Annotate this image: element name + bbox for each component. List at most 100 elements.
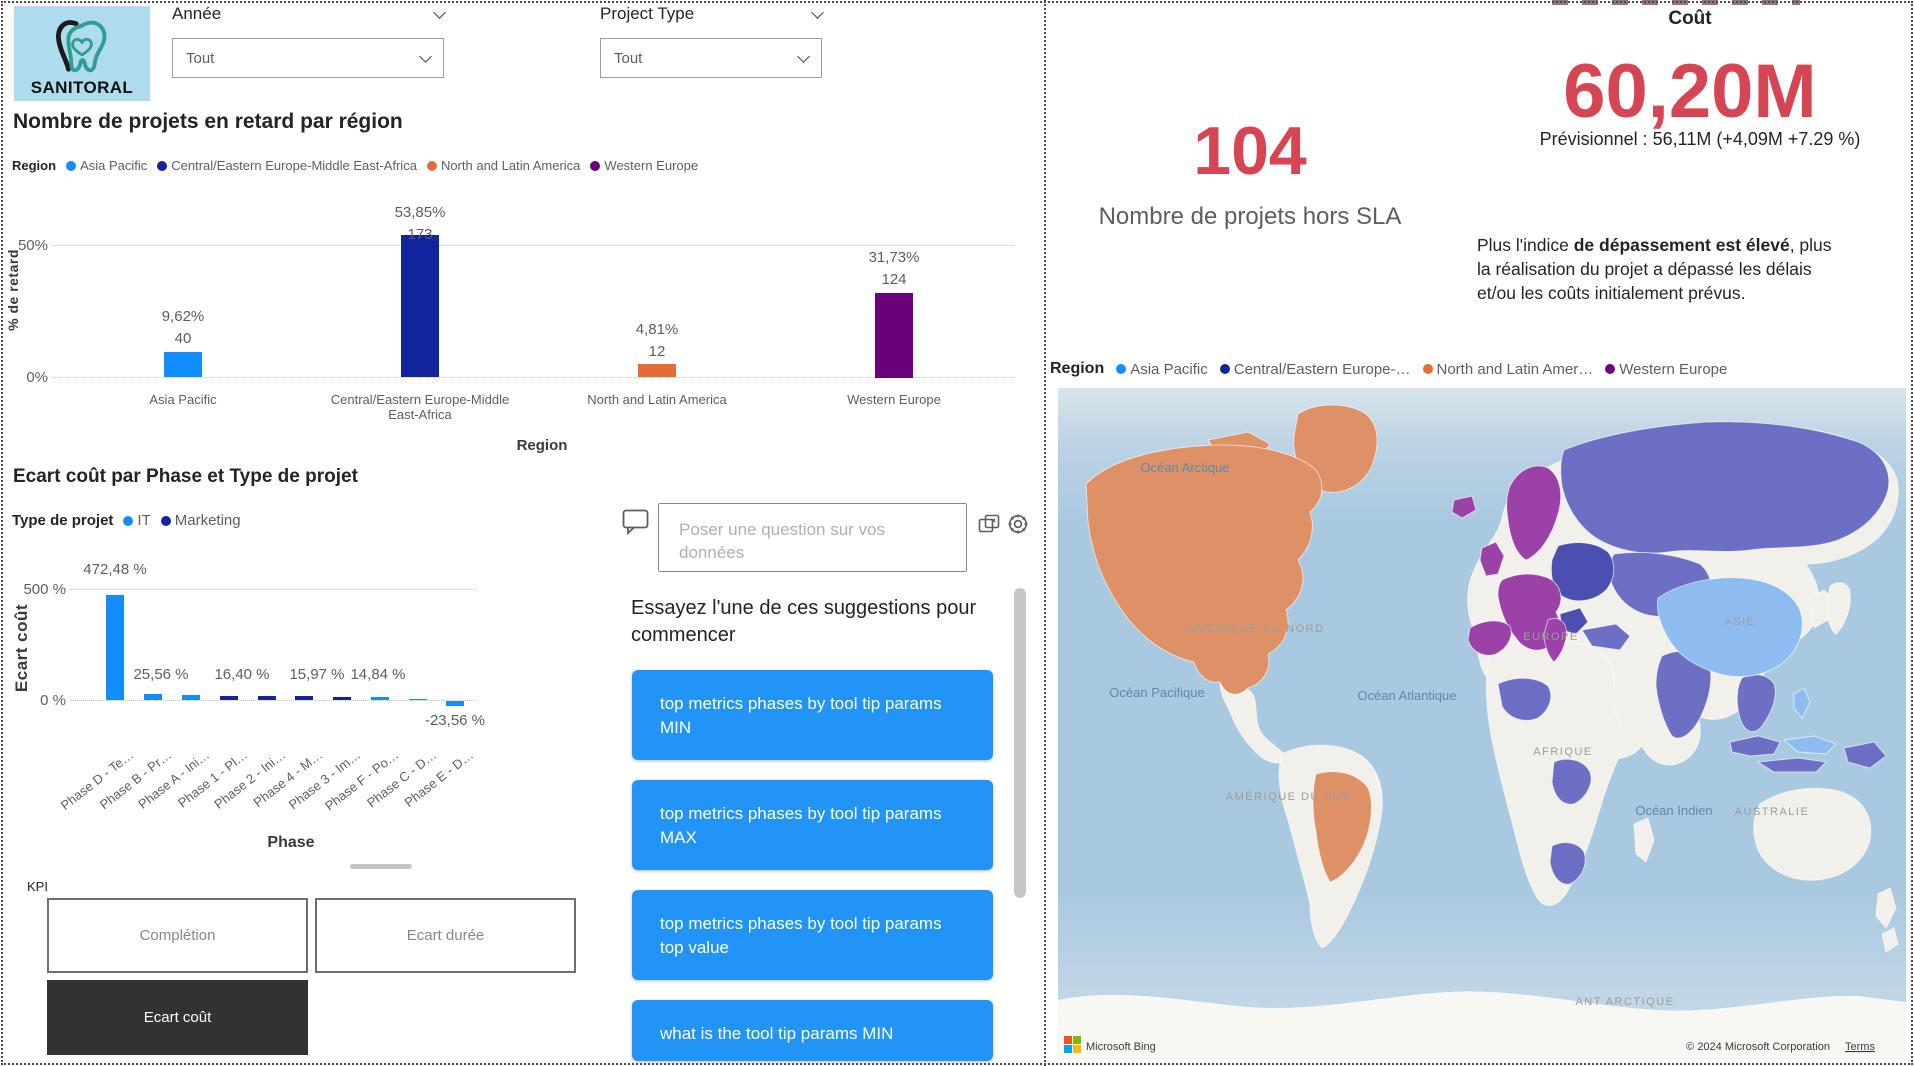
bar-pct-label: 53,85% xyxy=(360,204,480,221)
project-type-dropdown-value: Tout xyxy=(614,50,642,67)
legend-item-asia-pacific[interactable]: Asia Pacific xyxy=(66,158,147,173)
world-map[interactable]: Océan Arctique AMÉRIQUE DU NORD Océan Pa… xyxy=(1058,388,1906,1060)
slicer-annee: Année Tout xyxy=(172,4,444,24)
x-category-label: Central/Eastern Europe-Middle East-Afric… xyxy=(320,392,520,422)
bar-pct-label: 4,81% xyxy=(597,321,717,338)
sla-card-value: 104 xyxy=(1055,112,1445,190)
map-label: EUROPE xyxy=(1523,631,1578,643)
clipped-text-fragment xyxy=(1552,0,1800,5)
map-label: AMÉRIQUE DU SUD xyxy=(1226,790,1352,803)
visual-divider xyxy=(1044,0,1046,1066)
cost-card-value: 60,20M xyxy=(1500,48,1880,135)
x-category-label: Western Europe xyxy=(794,392,994,407)
qa-scrollbar[interactable] xyxy=(1014,588,1026,898)
legend-item-cee-mea[interactable]: Central/Eastern Europe-Middle East-Afric… xyxy=(157,158,417,173)
project-type-dropdown[interactable]: Tout xyxy=(600,38,822,78)
pop-out-visual-icon[interactable] xyxy=(978,514,1000,534)
gridline-0pct xyxy=(70,700,476,701)
bar-count-label: 40 xyxy=(123,330,243,347)
delay-chart-legend: Region Asia Pacific Central/Eastern Euro… xyxy=(12,158,698,173)
x-category-label: Asia Pacific xyxy=(83,392,283,407)
cost-chart-h-scrollbar[interactable] xyxy=(350,864,412,869)
qa-suggestion-button[interactable]: what is the tool tip params MIN xyxy=(632,1000,993,1061)
cost-card-forecast: Prévisionnel : 56,11M (+4,09M +7.29 %) xyxy=(1500,129,1900,150)
russia xyxy=(1561,422,1889,554)
map-label: AFRIQUE xyxy=(1533,746,1592,758)
bar-phase-b[interactable] xyxy=(144,694,162,700)
bar-count-label: 12 xyxy=(597,343,717,360)
terms-link[interactable]: Terms xyxy=(1845,1041,1875,1053)
legend-dot xyxy=(1220,364,1230,374)
legend-dot xyxy=(1423,364,1433,374)
kpi-button-ecart-cout[interactable]: Ecart coût xyxy=(47,980,308,1055)
legend-item-western-europe[interactable]: Western Europe xyxy=(590,158,698,173)
legend-item-western-europe[interactable]: Western Europe xyxy=(1605,361,1727,378)
bar-phase-e[interactable] xyxy=(446,701,464,706)
legend-dot xyxy=(590,161,600,171)
bar-phase-f[interactable] xyxy=(371,697,389,700)
sla-card-label: Nombre de projets hors SLA xyxy=(1055,203,1445,231)
legend-dot xyxy=(157,161,167,171)
bar-western-europe[interactable] xyxy=(875,293,913,378)
chevron-down-icon[interactable] xyxy=(811,6,824,19)
bar-asia-pacific[interactable] xyxy=(164,352,202,377)
legend-item-marketing[interactable]: Marketing xyxy=(161,512,241,529)
kpi-button-ecart-duree[interactable]: Ecart durée xyxy=(315,898,576,973)
bar-value-label: 14,84 % xyxy=(318,666,438,683)
cost-chart-x-axis-title: Phase xyxy=(241,834,341,852)
legend-dot xyxy=(161,516,171,526)
legend-title: Type de projet xyxy=(12,512,113,529)
legend-item-cee-mea[interactable]: Central/Eastern Europe-… xyxy=(1220,361,1411,378)
chevron-down-icon[interactable] xyxy=(433,6,446,19)
bar-pct-label: 9,62% xyxy=(123,308,243,325)
gridline-500pct xyxy=(70,589,476,590)
map-label: Océan Atlantique xyxy=(1357,688,1456,703)
qa-suggestion-button[interactable]: top metrics phases by tool tip params MA… xyxy=(632,780,993,870)
map-label: AUSTRALIE xyxy=(1735,806,1810,818)
legend-dot xyxy=(1605,364,1615,374)
legend-dot xyxy=(1116,364,1126,374)
delay-chart-y-axis-title: % de retard xyxy=(5,210,21,370)
slicer-project-type-label: Project Type xyxy=(600,4,694,24)
bar-phase-d[interactable] xyxy=(106,595,124,700)
qa-suggestion-button[interactable]: top metrics phases by tool tip params MI… xyxy=(632,670,993,760)
bar-cee-mea[interactable] xyxy=(401,235,439,377)
bar-phase-1[interactable] xyxy=(220,696,238,700)
bar-phase-3[interactable] xyxy=(333,697,351,700)
map-label: ANT ARCTIQUE xyxy=(1575,996,1674,1008)
bar-phase-c[interactable] xyxy=(409,699,427,700)
bar-count-label: 173 xyxy=(360,226,480,243)
legend-item-north-latin-america[interactable]: North and Latin Amer… xyxy=(1423,361,1594,378)
qa-question-input[interactable]: Poser une question sur vos données xyxy=(658,503,967,572)
bar-pct-label: 31,73% xyxy=(834,249,954,266)
bar-value-label: -23,56 % xyxy=(395,712,515,729)
annee-dropdown[interactable]: Tout xyxy=(172,38,444,78)
legend-dot xyxy=(123,516,133,526)
map-label: Océan Pacifique xyxy=(1109,685,1204,700)
gear-icon[interactable] xyxy=(1006,512,1030,536)
delay-chart-x-axis-title: Region xyxy=(492,437,592,454)
brand-name: SANITORAL xyxy=(31,78,133,98)
y-tick-0: 0% xyxy=(4,369,48,386)
bar-phase-a[interactable] xyxy=(182,695,200,700)
cost-card-title: Coût xyxy=(1500,8,1880,30)
bar-north-latin-america[interactable] xyxy=(638,364,676,377)
slicer-annee-label: Année xyxy=(172,4,221,24)
legend-item-asia-pacific[interactable]: Asia Pacific xyxy=(1116,361,1208,378)
bar-phase-2[interactable] xyxy=(258,696,276,700)
chevron-down-icon xyxy=(419,50,432,63)
delay-chart-title: Nombre de projets en retard par région xyxy=(13,110,403,134)
legend-item-it[interactable]: IT xyxy=(123,512,150,529)
legend-item-north-latin-america[interactable]: North and Latin America xyxy=(427,158,580,173)
qa-suggestions-heading: Essayez l'une de ces suggestions pour co… xyxy=(631,595,981,649)
kpi-button-completion[interactable]: Complétion xyxy=(47,898,308,973)
annee-dropdown-value: Tout xyxy=(186,50,214,67)
qa-suggestion-button[interactable]: top metrics phases by tool tip params to… xyxy=(632,890,993,980)
map-label: AMÉRIQUE DU NORD xyxy=(1187,622,1324,635)
bing-map-canvas[interactable]: Océan Arctique AMÉRIQUE DU NORD Océan Pa… xyxy=(1058,388,1906,1060)
qa-placeholder: Poser une question sur vos données xyxy=(679,518,929,564)
chat-bubble-icon[interactable] xyxy=(622,509,650,535)
overrun-index-note: Plus l'indice de dépassement est élevé, … xyxy=(1477,233,1849,305)
bar-phase-4[interactable] xyxy=(295,696,313,700)
slicer-project-type: Project Type Tout xyxy=(600,4,822,24)
